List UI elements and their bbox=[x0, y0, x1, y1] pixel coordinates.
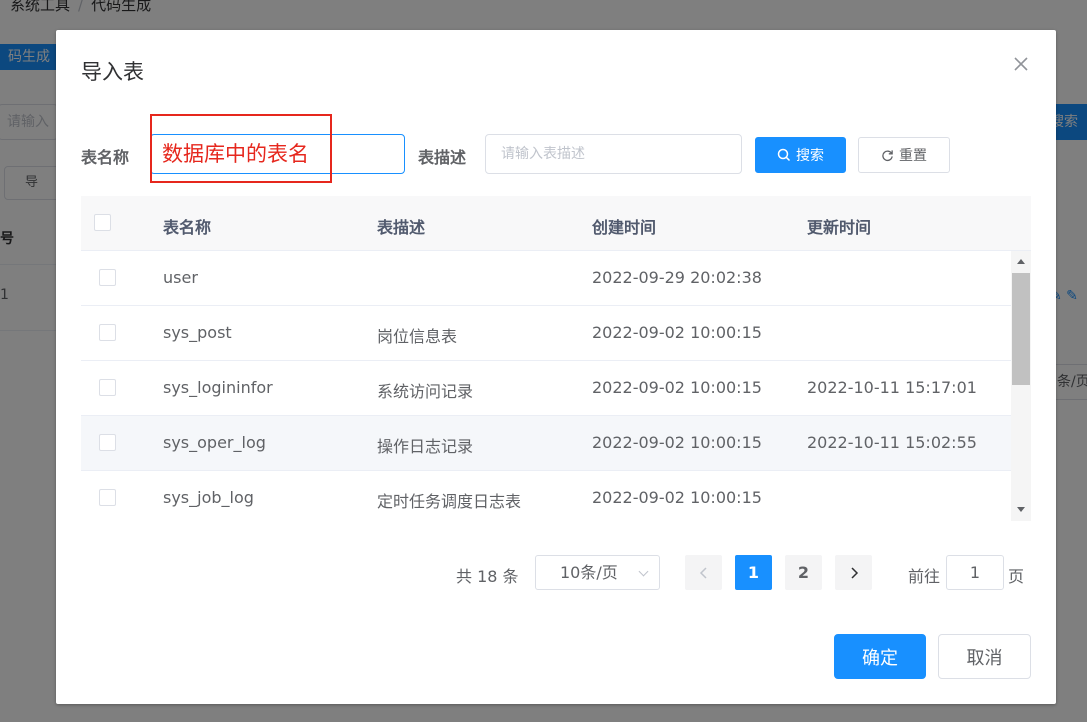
goto-page-input[interactable] bbox=[946, 555, 1004, 590]
chevron-down-icon bbox=[638, 566, 649, 577]
page-size-select[interactable]: 10条/页 bbox=[535, 555, 660, 590]
import-table-dialog: 导入表 表名称 表描述 搜索 重置 数据库中的表名 表名称 表描述 创建时间 更… bbox=[56, 30, 1056, 704]
search-button[interactable]: 搜索 bbox=[755, 137, 846, 173]
scrollbar-thumb[interactable] bbox=[1012, 273, 1030, 385]
tables-list: 表名称 表描述 创建时间 更新时间 user 2022-09-29 20:02:… bbox=[81, 196, 1031, 521]
table-body: user 2022-09-29 20:02:38 sys_post 岗位信息表 … bbox=[81, 251, 1011, 521]
table-desc-input[interactable] bbox=[485, 134, 742, 174]
table-row[interactable]: sys_oper_log 操作日志记录 2022-09-02 10:00:15 … bbox=[81, 416, 1011, 471]
row-checkbox[interactable] bbox=[99, 489, 116, 506]
goto-suffix: 页 bbox=[1008, 567, 1025, 586]
dialog-title: 导入表 bbox=[81, 60, 144, 84]
cell-name: sys_logininfor bbox=[163, 378, 273, 397]
reset-button[interactable]: 重置 bbox=[858, 137, 950, 173]
pagination-total: 共 18 条 bbox=[456, 567, 519, 586]
table-row[interactable]: sys_post 岗位信息表 2022-09-02 10:00:15 bbox=[81, 306, 1011, 361]
cell-updated: 2022-10-11 15:17:01 bbox=[807, 378, 977, 397]
column-header-updated[interactable]: 更新时间 bbox=[807, 214, 871, 238]
search-button-label: 搜索 bbox=[796, 148, 824, 164]
page-button-2[interactable]: 2 bbox=[785, 555, 822, 590]
scroll-up-icon[interactable] bbox=[1017, 259, 1025, 264]
scroll-down-icon[interactable] bbox=[1017, 507, 1025, 512]
refresh-icon bbox=[882, 149, 893, 161]
table-header: 表名称 表描述 创建时间 更新时间 bbox=[81, 196, 1031, 251]
cell-created: 2022-09-02 10:00:15 bbox=[592, 323, 762, 342]
row-checkbox[interactable] bbox=[99, 379, 116, 396]
close-icon[interactable] bbox=[1011, 54, 1031, 74]
select-all-checkbox[interactable] bbox=[94, 214, 111, 231]
cell-created: 2022-09-02 10:00:15 bbox=[592, 378, 762, 397]
goto-label: 前往 bbox=[908, 567, 941, 586]
chevron-right-icon bbox=[850, 566, 858, 579]
table-name-label: 表名称 bbox=[81, 148, 130, 167]
column-header-desc[interactable]: 表描述 bbox=[377, 214, 425, 238]
search-icon bbox=[777, 148, 791, 162]
page-size-value: 10条/页 bbox=[560, 563, 618, 582]
cell-name: sys_oper_log bbox=[163, 433, 266, 452]
cell-desc: 操作日志记录 bbox=[377, 437, 474, 456]
chevron-left-icon bbox=[699, 566, 707, 579]
reset-button-label: 重置 bbox=[899, 148, 927, 164]
table-row[interactable]: user 2022-09-29 20:02:38 bbox=[81, 251, 1011, 306]
page-button-1[interactable]: 1 bbox=[735, 555, 772, 590]
cell-desc: 系统访问记录 bbox=[377, 382, 474, 401]
table-row[interactable]: sys_logininfor 系统访问记录 2022-09-02 10:00:1… bbox=[81, 361, 1011, 416]
cell-created: 2022-09-02 10:00:15 bbox=[592, 433, 762, 452]
annotation-text: 数据库中的表名 bbox=[162, 142, 309, 166]
cell-desc: 岗位信息表 bbox=[377, 327, 458, 346]
row-checkbox[interactable] bbox=[99, 324, 116, 341]
next-page-button[interactable] bbox=[835, 555, 872, 590]
table-scrollbar[interactable] bbox=[1011, 251, 1031, 521]
row-checkbox[interactable] bbox=[99, 269, 116, 286]
row-checkbox[interactable] bbox=[99, 434, 116, 451]
cell-name: sys_job_log bbox=[163, 488, 254, 507]
cell-name: user bbox=[163, 268, 198, 287]
column-header-created[interactable]: 创建时间 bbox=[592, 214, 656, 238]
cancel-button[interactable]: 取消 bbox=[938, 634, 1031, 679]
cell-created: 2022-09-29 20:02:38 bbox=[592, 268, 762, 287]
confirm-button[interactable]: 确定 bbox=[834, 634, 926, 679]
prev-page-button[interactable] bbox=[685, 555, 722, 590]
table-desc-label: 表描述 bbox=[418, 148, 467, 167]
table-row[interactable]: sys_job_log 定时任务调度日志表 2022-09-02 10:00:1… bbox=[81, 471, 1011, 521]
column-header-name[interactable]: 表名称 bbox=[163, 214, 211, 238]
cell-desc: 定时任务调度日志表 bbox=[377, 492, 522, 511]
cell-created: 2022-09-02 10:00:15 bbox=[592, 488, 762, 507]
cell-name: sys_post bbox=[163, 323, 232, 342]
cell-updated: 2022-10-11 15:02:55 bbox=[807, 433, 977, 452]
